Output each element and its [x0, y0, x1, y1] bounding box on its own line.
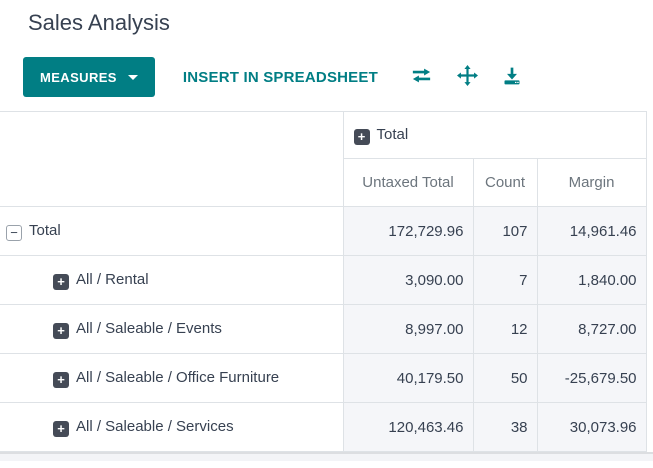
expand-icon[interactable]: [53, 420, 69, 437]
row-header-all-rental[interactable]: All / Rental: [0, 255, 343, 305]
cell-count: 7: [472, 255, 537, 305]
row-header-all-saleable-office-furniture[interactable]: All / Saleable / Office Furniture: [0, 353, 343, 403]
cell-margin: -25,679.50: [536, 353, 647, 403]
pivot-toolbar: MEASURES INSERT IN SPREADSHEET: [23, 57, 653, 97]
download-button[interactable]: [502, 66, 522, 89]
download-icon: [502, 66, 522, 89]
expand-icon[interactable]: [53, 371, 69, 388]
cell-untaxed-total: 172,729.96: [342, 206, 473, 256]
table-row: All / Saleable / Services 120,463.46 38 …: [0, 402, 647, 452]
expand-all-icon: [456, 65, 478, 89]
page-title: Sales Analysis: [28, 10, 170, 35]
table-row: All / Rental 3,090.00 7 1,840.00: [0, 255, 647, 305]
pivot-table: Total Untaxed Total Count Margin Total 1…: [0, 111, 647, 452]
measure-header-untaxed-total[interactable]: Untaxed Total: [342, 158, 473, 207]
row-header-all-saleable-events[interactable]: All / Saleable / Events: [0, 304, 343, 354]
cell-count: 50: [472, 353, 537, 403]
insert-in-spreadsheet-button[interactable]: INSERT IN SPREADSHEET: [183, 69, 378, 86]
cell-untaxed-total: 40,179.50: [342, 353, 473, 403]
row-label-text: Total: [29, 221, 61, 239]
cell-untaxed-total: 120,463.46: [342, 402, 473, 452]
measures-button-label: MEASURES: [40, 69, 117, 85]
collapse-icon[interactable]: [6, 224, 22, 241]
cell-margin: 30,073.96: [536, 402, 647, 452]
measure-header-margin[interactable]: Margin: [536, 158, 647, 207]
corner-cell: [0, 111, 344, 207]
cell-margin: 1,840.00: [536, 255, 647, 305]
cell-margin: 8,727.00: [536, 304, 647, 354]
expand-icon[interactable]: [353, 128, 370, 145]
flip-axis-icon: [411, 66, 432, 88]
table-row: All / Saleable / Events 8,997.00 12 8,72…: [0, 304, 647, 354]
row-header-total[interactable]: Total: [0, 206, 343, 256]
measure-header-count[interactable]: Count: [472, 158, 537, 207]
row-label-text: All / Saleable / Office Furniture: [76, 368, 280, 386]
cell-margin: 14,961.46: [536, 206, 647, 256]
row-label-text: All / Saleable / Services: [76, 417, 234, 435]
expand-all-button[interactable]: [456, 65, 478, 89]
column-group-total[interactable]: Total: [343, 111, 647, 159]
column-group-label: Total: [376, 125, 409, 143]
row-label-text: All / Saleable / Events: [76, 319, 222, 337]
flip-axis-button[interactable]: [411, 66, 432, 88]
table-row: All / Saleable / Office Furniture 40,179…: [0, 353, 647, 403]
cell-count: 12: [472, 304, 537, 354]
caret-down-icon: [127, 74, 138, 80]
cell-count: 38: [472, 402, 537, 452]
table-row: Total 172,729.96 107 14,961.46: [0, 206, 647, 256]
expand-icon[interactable]: [53, 273, 69, 290]
row-label-text: All / Rental: [76, 270, 149, 288]
cell-count: 107: [472, 206, 537, 256]
measures-button[interactable]: MEASURES: [23, 57, 155, 97]
expand-icon[interactable]: [53, 322, 69, 339]
cell-untaxed-total: 8,997.00: [342, 304, 473, 354]
row-header-all-saleable-services[interactable]: All / Saleable / Services: [0, 402, 343, 452]
column-group-row: Total: [0, 111, 647, 207]
cell-untaxed-total: 3,090.00: [342, 255, 473, 305]
